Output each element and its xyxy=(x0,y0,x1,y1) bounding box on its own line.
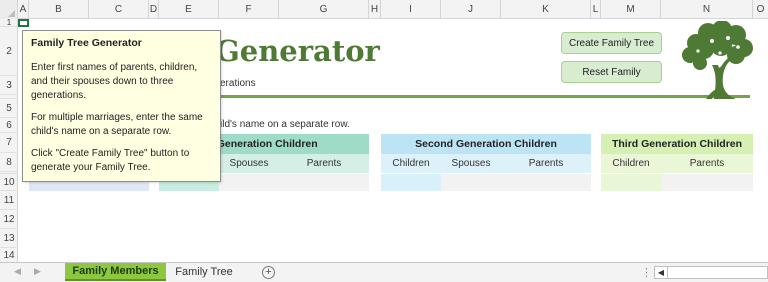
third-generation-header: Third Generation Children xyxy=(601,134,753,154)
title-divider xyxy=(220,95,750,98)
second-gen-parents-cell[interactable] xyxy=(501,174,591,191)
scroll-left-arrow-icon[interactable]: ◀ xyxy=(655,267,668,278)
column-header-g[interactable]: G xyxy=(279,0,369,19)
row-header-5[interactable]: 5 xyxy=(0,99,18,118)
first-gen-spouses-subheader: Spouses xyxy=(219,154,279,173)
first-gen-parents-subheader: Parents xyxy=(279,154,369,173)
row-header-7[interactable]: 7 xyxy=(0,133,18,153)
page-subtitle: erations xyxy=(220,78,256,89)
tooltip-paragraph-1: Enter first names of parents, children, … xyxy=(31,62,198,101)
sheet-tabs-bar: ◀ ▶ Family Members Family Tree + ⋮ ◀ xyxy=(0,262,768,282)
column-headers: A B C D E F G H I J K L M N O xyxy=(0,0,768,19)
second-gen-spouses-cell[interactable] xyxy=(441,174,501,191)
horizontal-scrollbar[interactable]: ◀ xyxy=(654,266,768,279)
first-gen-spouses-cell[interactable] xyxy=(219,174,279,191)
row-header-2[interactable]: 2 xyxy=(0,27,18,76)
row-header-3[interactable]: 3 xyxy=(0,76,18,95)
tooltip-paragraph-3: Click "Create Family Tree" button to gen… xyxy=(31,148,190,173)
tooltip-title: Family Tree Generator xyxy=(31,37,142,49)
row-header-11[interactable]: 11 xyxy=(0,191,18,210)
select-all-corner[interactable] xyxy=(0,0,18,19)
page-title: Generator xyxy=(215,34,380,68)
add-sheet-icon[interactable]: + xyxy=(262,266,275,279)
column-header-k[interactable]: K xyxy=(501,0,591,19)
active-cell[interactable] xyxy=(18,19,29,27)
row-header-14[interactable]: 14 xyxy=(0,248,18,263)
row-header-8[interactable]: 8 xyxy=(0,153,18,172)
column-header-e[interactable]: E xyxy=(159,0,219,19)
second-gen-parents-subheader: Parents xyxy=(501,154,591,173)
create-family-tree-button[interactable]: Create Family Tree xyxy=(561,32,662,54)
column-header-d[interactable]: D xyxy=(149,0,159,19)
column-header-m[interactable]: M xyxy=(601,0,661,19)
sheet-tab-family-members[interactable]: Family Members xyxy=(65,263,166,281)
first-gen-parents-cell[interactable] xyxy=(279,174,369,191)
second-gen-children-cell[interactable] xyxy=(381,174,441,191)
column-header-f[interactable]: F xyxy=(219,0,279,19)
column-header-c[interactable]: C xyxy=(89,0,149,19)
scroll-right-icon[interactable]: ▶ xyxy=(34,266,41,277)
row-header-12[interactable]: 12 xyxy=(0,210,18,229)
column-header-j[interactable]: J xyxy=(441,0,501,19)
column-header-b[interactable]: B xyxy=(29,0,89,19)
third-gen-children-cell[interactable] xyxy=(601,174,661,191)
column-header-n[interactable]: N xyxy=(661,0,753,19)
third-gen-parents-cell[interactable] xyxy=(661,174,753,191)
second-gen-children-subheader: Children xyxy=(381,154,441,173)
column-header-i[interactable]: I xyxy=(381,0,441,19)
column-header-a[interactable]: A xyxy=(18,0,29,19)
row-header-13[interactable]: 13 xyxy=(0,229,18,248)
scroll-left-icon[interactable]: ◀ xyxy=(14,266,21,277)
row-header-10[interactable]: 10 xyxy=(0,174,18,191)
third-gen-parents-subheader: Parents xyxy=(661,154,753,173)
tooltip-paragraph-2: For multiple marriages, enter the same c… xyxy=(31,112,203,137)
second-gen-spouses-subheader: Spouses xyxy=(441,154,501,173)
tree-icon xyxy=(676,20,756,99)
column-header-l[interactable]: L xyxy=(591,0,601,19)
sheet-tab-family-tree[interactable]: Family Tree xyxy=(168,263,240,281)
row-header-6[interactable]: 6 xyxy=(0,118,18,133)
column-header-o[interactable]: O xyxy=(753,0,768,19)
reset-family-button[interactable]: Reset Family xyxy=(561,61,662,83)
instruction-note: ild's name on a separate row. xyxy=(220,119,350,130)
third-gen-children-subheader: Children xyxy=(601,154,661,173)
row-headers: 1 2 3 5 6 7 8 10 11 12 13 14 xyxy=(0,18,18,263)
tab-split-handle[interactable]: ⋮ xyxy=(641,266,652,279)
row-header-1[interactable]: 1 xyxy=(0,18,18,27)
comment-tooltip: Family Tree Generator Enter first names … xyxy=(22,30,221,182)
second-generation-header: Second Generation Children xyxy=(381,134,591,154)
column-header-h[interactable]: H xyxy=(369,0,381,19)
